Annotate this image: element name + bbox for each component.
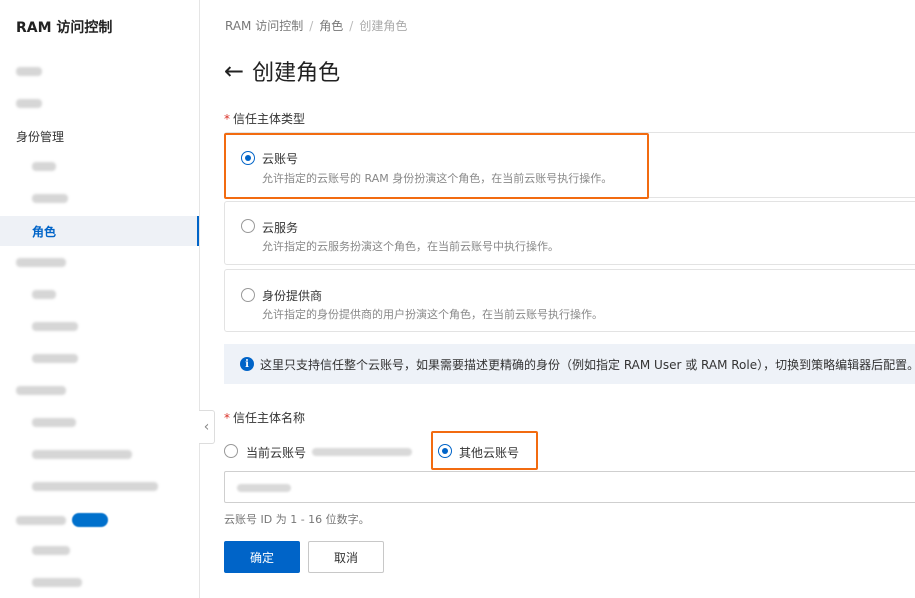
option-other-account[interactable]: 其他云账号	[459, 444, 519, 461]
trust-option-idp[interactable]: 身份提供商 允许指定的身份提供商的用户扮演这个角色，在当前云账号执行操作。	[224, 269, 915, 332]
sidebar-item-blurred[interactable]	[16, 99, 42, 108]
option-desc: 允许指定的身份提供商的用户扮演这个角色，在当前云账号执行操作。	[262, 308, 603, 321]
trust-type-label: * 信任主体类型	[224, 110, 305, 127]
trust-name-label: * 信任主体名称	[224, 409, 305, 426]
sidebar-item-blurred[interactable]	[32, 546, 70, 555]
option-desc: 允许指定的云账号的 RAM 身份扮演这个角色，在当前云账号执行操作。	[262, 172, 613, 185]
sidebar-item-blurred[interactable]	[32, 482, 158, 491]
sidebar-item-blurred[interactable]	[32, 354, 78, 363]
breadcrumb-item-current: 创建角色	[359, 19, 408, 33]
sidebar-item-blurred[interactable]	[32, 162, 56, 171]
trust-type-label-text: 信任主体类型	[233, 112, 306, 126]
cancel-button[interactable]: 取消	[308, 541, 384, 573]
sidebar: RAM 访问控制 身份管理 角色	[0, 0, 200, 598]
sidebar-item-blurred[interactable]	[32, 194, 68, 203]
radio-cloud-service[interactable]	[241, 219, 255, 233]
trust-option-cloud-account[interactable]: 云账号 允许指定的云账号的 RAM 身份扮演这个角色，在当前云账号执行操作。	[224, 132, 915, 198]
option-current-account[interactable]: 当前云账号	[246, 444, 306, 461]
breadcrumb: RAM 访问控制 / 角色 / 创建角色	[225, 17, 407, 34]
current-account-id-blurred	[312, 448, 412, 456]
app-title: RAM 访问控制	[16, 20, 113, 36]
breadcrumb-item-roles[interactable]: 角色	[319, 19, 343, 33]
page-header: ← 创建角色	[224, 55, 340, 87]
account-id-value-blurred	[237, 484, 291, 492]
sidebar-item-roles-active[interactable]	[0, 216, 199, 246]
sidebar-item-blurred[interactable]	[16, 516, 66, 525]
sidebar-item-blurred[interactable]	[16, 258, 66, 267]
sidebar-item-blurred[interactable]	[32, 322, 78, 331]
radio-idp[interactable]	[241, 288, 255, 302]
collapse-sidebar-chevron-left-icon[interactable]: ‹	[199, 410, 215, 444]
sidebar-group-identity[interactable]: 身份管理	[16, 128, 64, 145]
trust-name-label-text: 信任主体名称	[233, 411, 306, 425]
sidebar-item-blurred[interactable]	[32, 578, 82, 587]
page-title: 创建角色	[252, 61, 341, 86]
sidebar-new-badge	[72, 513, 108, 527]
account-id-hint: 云账号 ID 为 1 - 16 位数字。	[224, 513, 370, 526]
account-id-input[interactable]	[224, 471, 915, 503]
info-text: 这里只支持信任整个云账号，如果需要描述更精确的身份（例如指定 RAM User …	[260, 357, 915, 372]
breadcrumb-separator: /	[309, 19, 314, 33]
required-mark: *	[224, 411, 230, 425]
sidebar-item-blurred[interactable]	[32, 418, 76, 427]
arrow-left-icon[interactable]: ←	[224, 59, 244, 83]
breadcrumb-separator: /	[349, 19, 354, 33]
sidebar-item-blurred[interactable]	[16, 67, 42, 76]
option-title: 身份提供商	[262, 289, 323, 303]
info-circle-icon: i	[240, 357, 254, 371]
radio-current-account[interactable]	[224, 444, 238, 458]
radio-other-account[interactable]	[438, 444, 452, 458]
breadcrumb-item-ram[interactable]: RAM 访问控制	[225, 19, 303, 33]
info-notice: i 这里只支持信任整个云账号，如果需要描述更精确的身份（例如指定 RAM Use…	[224, 344, 915, 384]
sidebar-item-blurred[interactable]	[32, 450, 132, 459]
radio-cloud-account[interactable]	[241, 151, 255, 165]
option-title: 云服务	[262, 221, 299, 235]
confirm-button[interactable]: 确定	[224, 541, 300, 573]
sidebar-item-blurred[interactable]	[16, 386, 66, 395]
option-desc: 允许指定的云服务扮演这个角色，在当前云账号中执行操作。	[262, 240, 559, 253]
sidebar-item-roles-label[interactable]: 角色	[32, 223, 56, 240]
required-mark: *	[224, 112, 230, 126]
option-title: 云账号	[262, 152, 299, 166]
trust-option-cloud-service[interactable]: 云服务 允许指定的云服务扮演这个角色，在当前云账号中执行操作。	[224, 201, 915, 265]
sidebar-item-blurred[interactable]	[32, 290, 56, 299]
